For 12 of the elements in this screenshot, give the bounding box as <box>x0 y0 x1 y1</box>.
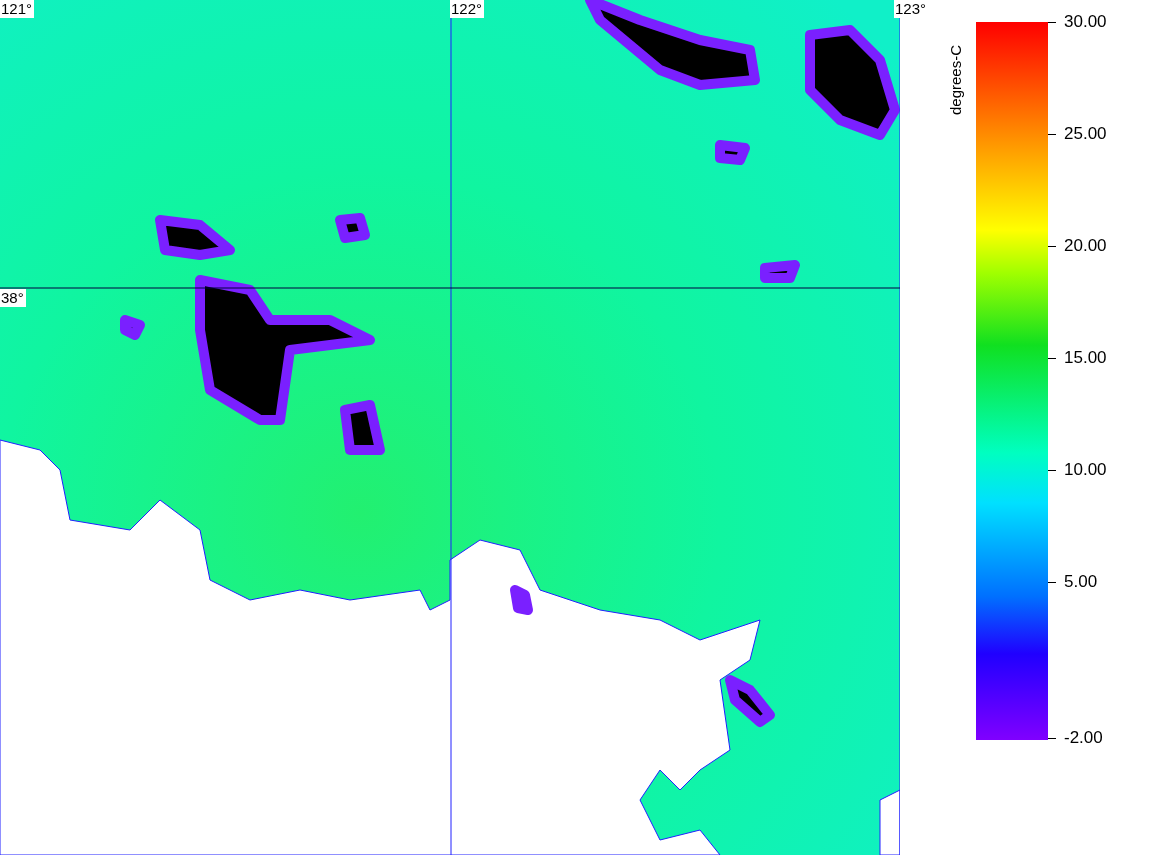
scale-tick-label: 20.00 <box>1064 236 1107 256</box>
latitude-label: 38° <box>0 289 26 307</box>
legend-title: degrees-C <box>947 43 964 115</box>
scale-tick-label: 15.00 <box>1064 348 1107 368</box>
longitude-label: 123° <box>894 0 929 18</box>
scale-tick-label: 25.00 <box>1064 124 1107 144</box>
longitude-label: 122° <box>450 0 485 18</box>
scale-tick-label: 30.00 <box>1064 12 1107 32</box>
scale-tick-label: 10.00 <box>1064 460 1107 480</box>
scale-tick-label: 5.00 <box>1064 572 1098 592</box>
longitude-label: 121° <box>0 0 35 18</box>
scale-tick-label: -2.00 <box>1064 728 1103 748</box>
